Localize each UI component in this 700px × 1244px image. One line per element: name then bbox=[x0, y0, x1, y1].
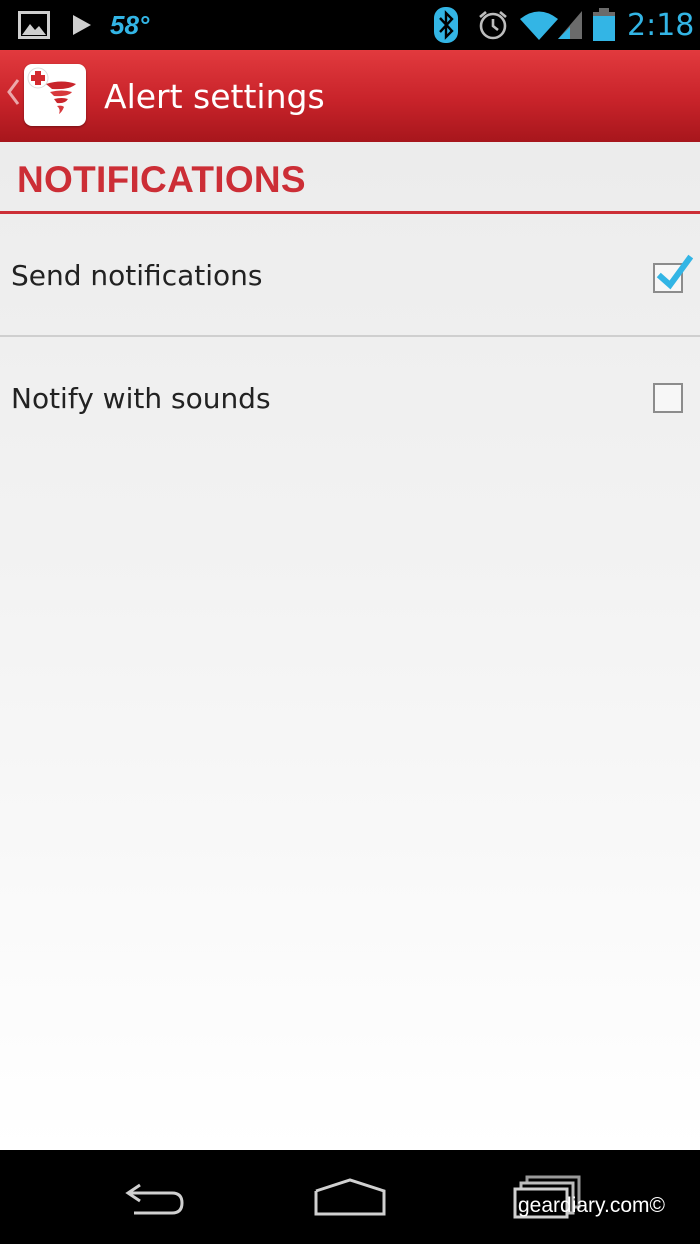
screen-title: Alert settings bbox=[104, 77, 325, 116]
signal-icon bbox=[556, 0, 584, 50]
temperature: 58° bbox=[110, 9, 150, 40]
battery-icon bbox=[592, 0, 616, 50]
section-header: NOTIFICATIONS bbox=[0, 142, 700, 214]
section-title: NOTIFICATIONS bbox=[17, 159, 306, 200]
send-notifications-checkbox[interactable] bbox=[653, 254, 693, 293]
up-caret-icon[interactable] bbox=[6, 78, 20, 110]
alarm-icon bbox=[477, 0, 509, 50]
tornado-app-icon[interactable] bbox=[24, 64, 86, 126]
home-nav-icon[interactable] bbox=[300, 1150, 400, 1244]
play-store-icon bbox=[72, 0, 92, 50]
image-notification-icon bbox=[18, 0, 50, 50]
status-bar: 58° 2:18 bbox=[0, 0, 700, 50]
clock: 2:18 bbox=[627, 7, 695, 43]
send-notifications-row[interactable]: Send notifications bbox=[0, 216, 700, 337]
send-notifications-label: Send notifications bbox=[11, 259, 263, 292]
wifi-icon bbox=[518, 0, 560, 50]
checkmark-icon bbox=[656, 254, 693, 290]
back-nav-icon[interactable] bbox=[110, 1150, 200, 1244]
notify-with-sounds-row[interactable]: Notify with sounds bbox=[0, 338, 700, 458]
action-bar: Alert settings bbox=[0, 50, 700, 142]
settings-content: NOTIFICATIONS Send notifications Notify … bbox=[0, 142, 700, 1150]
watermark: geardiary.com© bbox=[518, 1194, 665, 1217]
bluetooth-icon bbox=[434, 0, 458, 50]
notify-with-sounds-checkbox[interactable] bbox=[653, 383, 683, 413]
notify-with-sounds-label: Notify with sounds bbox=[11, 381, 271, 415]
